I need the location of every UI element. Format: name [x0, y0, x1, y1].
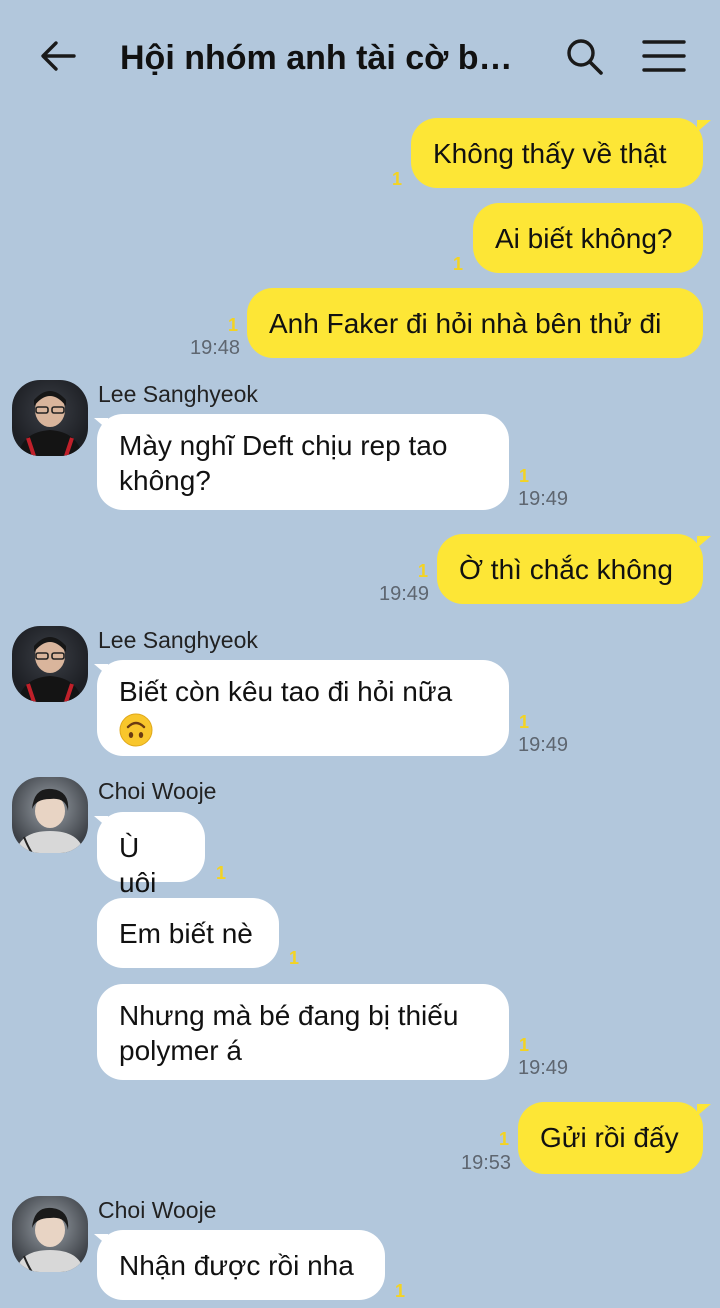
incoming-message-bubble[interactable]: Nhưng mà bé đang bị thiếu polymer á — [97, 984, 509, 1080]
message-text: Ờ thì chắc không — [459, 554, 673, 585]
unread-count: 1 — [216, 863, 227, 883]
incoming-message-bubble[interactable]: Biết còn kêu tao đi hỏi nữa — [97, 660, 509, 756]
incoming-message-bubble[interactable]: Ù uôi — [97, 812, 205, 898]
unread-count: 1 — [519, 466, 530, 486]
message-text: Gửi rồi đấy — [540, 1122, 679, 1153]
outgoing-message-bubble[interactable]: Ờ thì chắc không — [437, 534, 703, 604]
chat-title: Hội nhóm anh tài cờ bạ... — [120, 39, 520, 77]
profile-photo — [18, 637, 82, 702]
message-text: Anh Faker đi hỏi nhà bên thử đi — [269, 308, 662, 339]
unread-count: 1 — [418, 561, 429, 581]
message-text: Ai biết không? — [495, 223, 673, 254]
message-text-line: không? — [119, 465, 211, 496]
sender-name: Lee Sanghyeok — [98, 381, 258, 407]
message-text-line: Biết còn kêu tao đi hỏi nữa — [119, 676, 453, 707]
message-time: 19:49 — [518, 488, 569, 510]
unread-count: 1 — [499, 1129, 510, 1149]
message-text-line: Mày nghĩ Deft chịu rep tao — [119, 430, 448, 461]
message-text-line: Nhưng mà bé đang bị thiếu — [119, 1000, 459, 1031]
incoming-message-bubble[interactable]: Em biết nè — [97, 898, 279, 968]
unread-count: 1 — [392, 169, 403, 189]
message-time: 19:49 — [518, 734, 569, 756]
message-text: Nhận được rồi nha — [119, 1250, 354, 1281]
chat-header: Hội nhóm anh tài cờ bạ... — [0, 0, 720, 112]
bubble-tail — [697, 120, 711, 132]
avatar[interactable] — [12, 380, 88, 456]
profile-photo — [16, 788, 84, 853]
menu-button[interactable] — [640, 34, 688, 78]
search-icon — [567, 39, 603, 75]
unread-count: 1 — [519, 712, 530, 732]
profile-photo — [18, 391, 82, 456]
avatar[interactable] — [12, 1196, 88, 1272]
outgoing-message-bubble[interactable]: Anh Faker đi hỏi nhà bên thử đi — [247, 288, 703, 358]
message-time: 19:48 — [190, 337, 241, 359]
outgoing-message-bubble[interactable]: Gửi rồi đấy — [518, 1102, 703, 1174]
message-text: Em biết nè — [119, 918, 253, 949]
sender-name: Choi Wooje — [98, 1197, 217, 1223]
message-time: 19:53 — [461, 1152, 512, 1174]
incoming-message-bubble[interactable]: Mày nghĩ Deft chịu rep tao không? — [97, 414, 509, 510]
bubble-tail — [697, 536, 711, 548]
avatar[interactable] — [12, 777, 88, 853]
message-text: Ù uôi — [119, 832, 157, 898]
unread-count: 1 — [395, 1281, 406, 1301]
unread-count: 1 — [453, 254, 464, 274]
hamburger-menu-icon — [642, 40, 686, 72]
upside-down-face-emoji — [119, 713, 153, 747]
arrow-left-icon — [41, 41, 76, 71]
message-time: 19:49 — [518, 1057, 569, 1079]
sender-name: Lee Sanghyeok — [98, 627, 258, 653]
back-button[interactable] — [36, 34, 80, 78]
unread-count: 1 — [228, 315, 239, 335]
message-text-line: polymer á — [119, 1035, 242, 1066]
message-time: 19:49 — [379, 583, 430, 605]
profile-photo — [16, 1207, 84, 1272]
avatar[interactable] — [12, 626, 88, 702]
message-text: Không thấy về thật — [433, 138, 667, 169]
outgoing-message-bubble[interactable]: Không thấy về thật — [411, 118, 703, 188]
unread-count: 1 — [289, 948, 300, 968]
unread-count: 1 — [519, 1035, 530, 1055]
incoming-message-bubble[interactable]: Nhận được rồi nha — [97, 1230, 385, 1300]
search-button[interactable] — [562, 34, 606, 78]
sender-name: Choi Wooje — [98, 778, 217, 804]
outgoing-message-bubble[interactable]: Ai biết không? — [473, 203, 703, 273]
bubble-tail — [697, 1104, 711, 1116]
emoji-line — [119, 709, 487, 747]
